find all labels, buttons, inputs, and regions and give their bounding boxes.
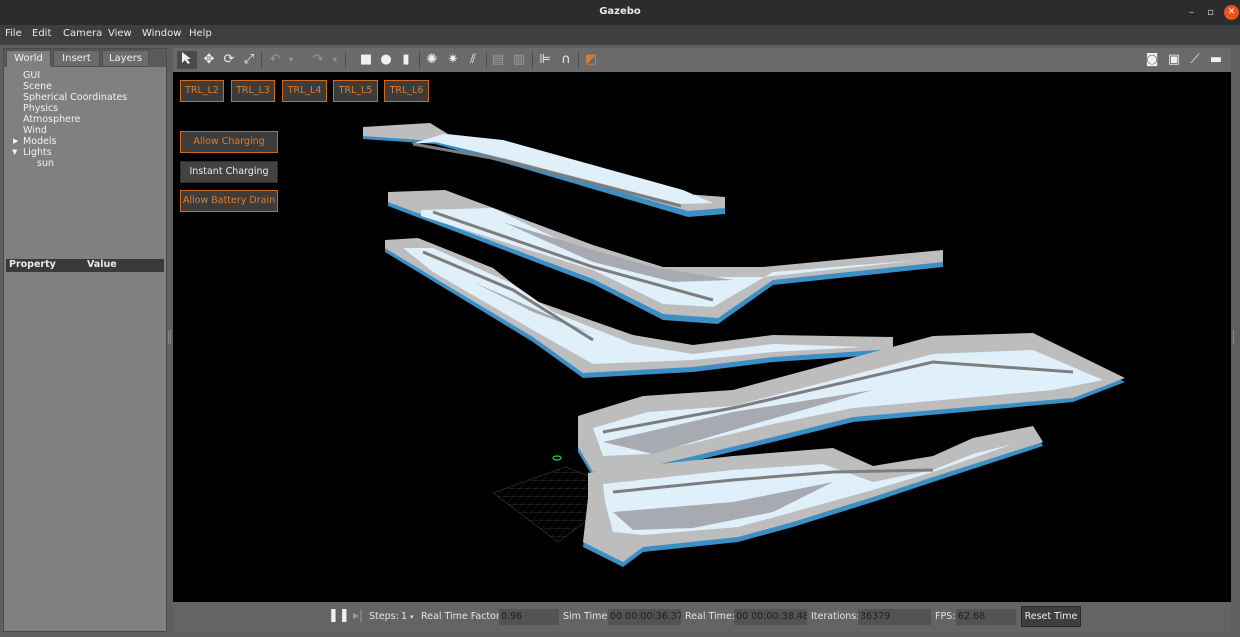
tree-item-sun[interactable]: sun — [37, 158, 54, 169]
redo-menu-icon[interactable]: ▾ — [329, 51, 341, 69]
menu-camera[interactable]: Camera — [63, 28, 102, 39]
tree-item-atmosphere[interactable]: Atmosphere — [23, 114, 81, 125]
sim-time-value: 00 00:00:36.379 — [608, 609, 681, 625]
menu-window[interactable]: Window — [142, 28, 181, 39]
undo-menu-icon[interactable]: ▾ — [285, 51, 297, 69]
sim-time-label: Sim Time: — [563, 611, 611, 622]
property-table-header: Property Value — [6, 259, 164, 272]
record-icon[interactable]: ▬ — [1207, 51, 1225, 69]
allow-battery-drain-button[interactable]: Allow Battery Drain — [180, 190, 278, 212]
real-time-label: Real Time: — [685, 611, 735, 622]
level-button-trl-l4[interactable]: TRL_L4 — [282, 80, 327, 102]
menu-file[interactable]: File — [5, 28, 22, 39]
tree-item-gui[interactable]: GUI — [23, 70, 40, 81]
reset-time-button[interactable]: Reset Time — [1021, 606, 1081, 627]
fps-label: FPS: — [935, 611, 956, 622]
instant-charging-button[interactable]: Instant Charging — [180, 161, 278, 183]
rotate-icon[interactable]: ⟳ — [220, 51, 238, 69]
spot-light-icon[interactable]: ✷ — [444, 51, 462, 69]
fps-value: 62.68 — [956, 609, 1016, 625]
steps-label: Steps: — [369, 611, 399, 622]
real-time-factor-value: 0.96 — [499, 609, 559, 625]
level-button-trl-l5[interactable]: TRL_L5 — [333, 80, 378, 102]
scale-icon[interactable]: ⤢ — [240, 51, 258, 69]
tab-layers[interactable]: Layers — [102, 50, 149, 67]
log-icon[interactable]: ▣ — [1165, 51, 1183, 69]
close-button[interactable]: ✕ — [1224, 5, 1239, 20]
point-light-icon[interactable]: ✺ — [423, 51, 441, 69]
paste-icon[interactable]: ▥ — [510, 51, 528, 69]
steps-dropdown-icon[interactable]: ▾ — [410, 613, 414, 621]
directional-light-icon[interactable]: ⫽ — [464, 51, 482, 69]
allow-charging-button[interactable]: Allow Charging — [180, 131, 278, 153]
simulation-status-bar: ❚❚ ▸| Steps: 1 ▾ Real Time Factor: 0.96 … — [173, 602, 1231, 632]
window-title-bar: Gazebo – ▫ ✕ — [0, 0, 1240, 25]
right-splitter-handle[interactable] — [1233, 330, 1236, 344]
tree-item-wind[interactable]: Wind — [23, 125, 47, 136]
level-button-trl-l2[interactable]: TRL_L2 — [180, 80, 224, 102]
menu-edit[interactable]: Edit — [32, 28, 51, 39]
snap-icon[interactable]: ∩ — [557, 51, 575, 69]
collapse-arrow-icon[interactable]: ▼ — [12, 148, 17, 156]
real-time-value: 00 00:00:38.486 — [734, 609, 807, 625]
property-column-header: Property — [9, 259, 56, 270]
screenshot-icon[interactable]: ◙ — [1143, 51, 1161, 69]
cylinder-icon[interactable]: ▮ — [397, 51, 415, 69]
tab-insert[interactable]: Insert — [53, 50, 100, 67]
box-icon[interactable]: ■ — [357, 51, 375, 69]
change-view-icon[interactable]: ◩ — [581, 51, 601, 69]
pause-icon[interactable]: ❚❚ — [328, 608, 350, 623]
building-floors-render — [363, 123, 1125, 567]
menu-help[interactable]: Help — [189, 28, 212, 39]
level-button-trl-l6[interactable]: TRL_L6 — [384, 80, 429, 102]
tree-item-spherical-coordinates[interactable]: Spherical Coordinates — [23, 92, 127, 103]
menu-view[interactable]: View — [108, 28, 132, 39]
minimize-button[interactable]: – — [1184, 5, 1199, 20]
level-button-trl-l3[interactable]: TRL_L3 — [231, 80, 275, 102]
real-time-factor-label: Real Time Factor: — [421, 611, 503, 622]
maximize-button[interactable]: ▫ — [1203, 5, 1218, 20]
redo-icon[interactable]: ↷ — [309, 51, 327, 69]
select-icon[interactable] — [177, 51, 197, 69]
plot-icon[interactable]: ⟋ — [1186, 51, 1204, 69]
align-icon[interactable]: ⊫ — [536, 51, 554, 69]
iterations-value: 36379 — [858, 609, 931, 625]
sphere-icon[interactable]: ● — [377, 51, 395, 69]
translate-icon[interactable]: ✥ — [200, 51, 218, 69]
scene-viewport[interactable]: TRL_L2 TRL_L3 TRL_L4 TRL_L5 TRL_L6 Allow… — [173, 72, 1231, 602]
panel-splitter-handle[interactable] — [168, 330, 171, 344]
copy-icon[interactable]: ▤ — [489, 51, 507, 69]
floor-l4 — [385, 238, 893, 378]
world-tree: GUI Scene Spherical Coordinates Physics … — [4, 67, 166, 257]
step-icon[interactable]: ▸| — [353, 608, 363, 622]
origin-marker-icon — [552, 455, 562, 461]
window-title: Gazebo — [599, 6, 641, 17]
tree-item-scene[interactable]: Scene — [23, 81, 52, 92]
menu-bar: File Edit Camera View Window Help — [0, 25, 1240, 45]
tree-item-physics[interactable]: Physics — [23, 103, 58, 114]
value-column-header: Value — [87, 259, 117, 270]
left-panel: World Insert Layers GUI Scene Spherical … — [3, 48, 167, 632]
undo-icon[interactable]: ↶ — [266, 51, 284, 69]
expand-arrow-icon[interactable]: ▶ — [13, 137, 18, 145]
iterations-label: Iterations: — [811, 611, 860, 622]
toolbar: ✥ ⟳ ⤢ ↶ ▾ ↷ ▾ ■ ● ▮ ✺ ✷ ⫽ ▤ ▥ ⊫ ∩ ◩ ◙ ▣ … — [173, 48, 1231, 72]
tab-world[interactable]: World — [6, 50, 51, 67]
tree-item-models[interactable]: Models — [23, 136, 56, 147]
tree-item-lights[interactable]: Lights — [23, 147, 52, 158]
steps-value[interactable]: 1 — [401, 611, 407, 622]
panel-tabs: World Insert Layers — [4, 49, 166, 67]
